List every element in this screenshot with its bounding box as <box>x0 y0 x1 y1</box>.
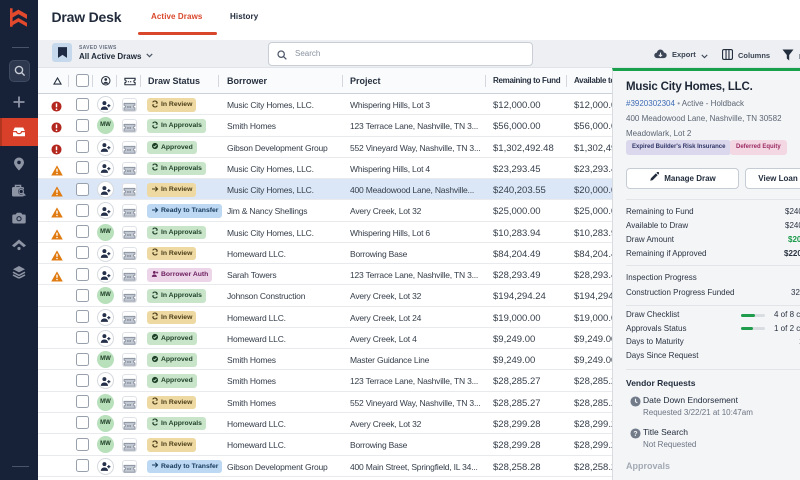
svg-text:?: ? <box>633 431 637 438</box>
